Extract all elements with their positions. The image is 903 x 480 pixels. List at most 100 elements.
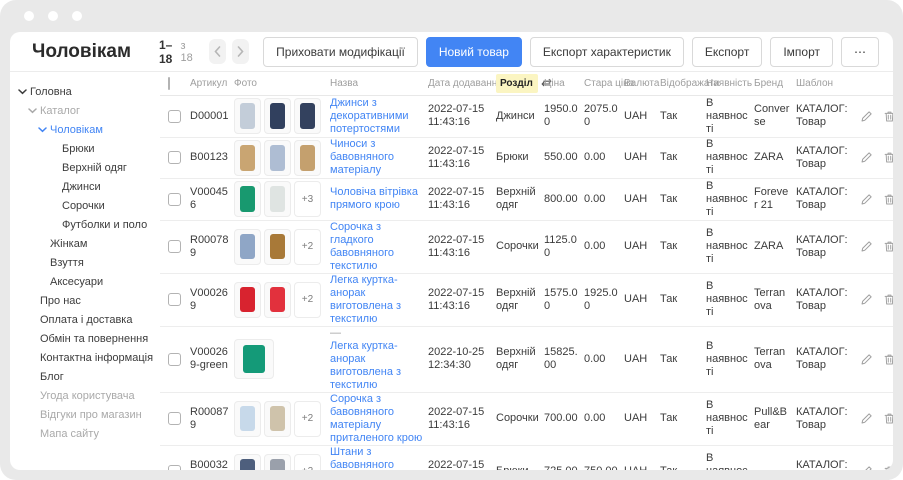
column-header-article[interactable]: Артикул — [190, 78, 234, 89]
sidebar-item-обмін-та-повернення[interactable]: Обмін та повернення — [10, 329, 160, 348]
more-photos-badge[interactable]: +3 — [294, 181, 321, 217]
delete-icon[interactable] — [883, 151, 893, 164]
window-control-dot[interactable] — [72, 11, 82, 21]
product-name-link[interactable]: Легка куртка-анорак виготовлена з тексти… — [330, 340, 423, 392]
section-cell: Сорочки — [496, 240, 544, 253]
column-header-date[interactable]: Дата додавання — [428, 78, 496, 89]
column-header-section[interactable]: Розділ — [496, 78, 544, 89]
product-photo[interactable] — [234, 229, 261, 265]
row-checkbox[interactable] — [168, 240, 181, 253]
prev-page-button[interactable] — [209, 39, 226, 64]
export-button[interactable]: Експорт — [692, 37, 762, 67]
product-photo[interactable] — [234, 181, 261, 217]
more-photos-badge[interactable]: +2 — [294, 229, 321, 265]
edit-icon[interactable] — [860, 240, 873, 253]
row-checkbox[interactable] — [168, 353, 181, 366]
product-name-link[interactable]: Чиноси з бавовняного матеріалу — [330, 138, 423, 177]
sidebar-item-сорочки[interactable]: Сорочки — [10, 196, 160, 215]
more-photos-badge[interactable]: +2 — [294, 454, 321, 471]
edit-icon[interactable] — [860, 465, 873, 470]
sidebar-item-угода-користувача[interactable]: Угода користувача — [10, 386, 160, 405]
product-photo[interactable] — [234, 401, 261, 437]
column-header-photo[interactable]: Фото — [234, 78, 330, 89]
row-checkbox[interactable] — [168, 151, 181, 164]
sidebar-item-чоловікам[interactable]: Чоловікам — [10, 120, 160, 139]
column-header-currency[interactable]: Валюта — [624, 78, 660, 89]
time-value: 12:34:30 — [428, 359, 491, 372]
edit-icon[interactable] — [860, 110, 873, 123]
delete-icon[interactable] — [883, 465, 893, 470]
product-photo[interactable] — [234, 339, 274, 379]
import-button[interactable]: Імпорт — [770, 37, 833, 67]
row-checkbox[interactable] — [168, 412, 181, 425]
product-photo[interactable] — [264, 98, 291, 134]
sidebar-item-блог[interactable]: Блог — [10, 367, 160, 386]
sidebar-item-каталог[interactable]: Каталог — [10, 101, 160, 120]
next-page-button[interactable] — [232, 39, 249, 64]
delete-icon[interactable] — [883, 110, 893, 123]
delete-icon[interactable] — [883, 193, 893, 206]
sidebar-item-взуття[interactable]: Взуття — [10, 253, 160, 272]
sidebar-item-жінкам[interactable]: Жінкам — [10, 234, 160, 253]
column-header-brand[interactable]: Бренд — [754, 78, 796, 89]
more-actions-button[interactable]: ⋯ — [841, 37, 879, 67]
product-photo[interactable] — [264, 140, 291, 176]
sidebar-item-про-нас[interactable]: Про нас — [10, 291, 160, 310]
export-characteristics-button[interactable]: Експорт характеристик — [530, 37, 684, 67]
row-checkbox[interactable] — [168, 110, 181, 123]
sidebar-item-брюки[interactable]: Брюки — [10, 139, 160, 158]
column-header-availability[interactable]: Наявність — [706, 78, 754, 89]
edit-icon[interactable] — [860, 151, 873, 164]
delete-icon[interactable] — [883, 240, 893, 253]
product-photo[interactable] — [264, 454, 291, 471]
product-photo[interactable] — [234, 140, 261, 176]
product-name-link[interactable]: Чоловіча вітрівка прямого крою — [330, 186, 423, 212]
product-photo[interactable] — [264, 401, 291, 437]
sidebar-item-джинси[interactable]: Джинси — [10, 177, 160, 196]
window-control-dot[interactable] — [24, 11, 34, 21]
product-name-link[interactable]: Легка куртка-анорак виготовлена з тексти… — [330, 274, 423, 326]
edit-icon[interactable] — [860, 412, 873, 425]
window-control-dot[interactable] — [48, 11, 58, 21]
sidebar-item-головна[interactable]: Головна — [10, 82, 160, 101]
product-photo[interactable] — [234, 98, 261, 134]
column-header-display[interactable]: Відображати — [660, 78, 706, 89]
product-name-link[interactable]: Джинси з декоративними потертостями — [330, 97, 423, 136]
row-checkbox[interactable] — [168, 465, 181, 470]
edit-icon[interactable] — [860, 193, 873, 206]
column-header-price[interactable]: Ціна — [544, 78, 584, 89]
edit-icon[interactable] — [860, 293, 873, 306]
delete-icon[interactable] — [883, 293, 893, 306]
sidebar-item-оплата-і-доставка[interactable]: Оплата і доставка — [10, 310, 160, 329]
edit-icon[interactable] — [860, 353, 873, 366]
delete-icon[interactable] — [883, 353, 893, 366]
product-name-link[interactable]: Штани з бавовняного матеріалу прямого кр… — [330, 446, 423, 471]
product-name-link[interactable]: Сорочка з бавовняного матеріалу притален… — [330, 393, 423, 445]
product-photo[interactable] — [234, 454, 261, 471]
sidebar-item-label: Взуття — [50, 257, 84, 269]
sidebar-item-мапа-сайту[interactable]: Мапа сайту — [10, 424, 160, 443]
product-name-link[interactable]: Сорочка з гладкого бавовняного текстилю — [330, 221, 423, 273]
column-header-template[interactable]: Шаблон — [796, 78, 856, 89]
product-photo[interactable] — [294, 98, 321, 134]
product-photo[interactable] — [264, 229, 291, 265]
delete-icon[interactable] — [883, 412, 893, 425]
sidebar-item-аксесуари[interactable]: Аксесуари — [10, 272, 160, 291]
more-photos-badge[interactable]: +2 — [294, 282, 321, 318]
product-photo[interactable] — [264, 282, 291, 318]
hide-modifications-button[interactable]: Приховати модифікації — [263, 37, 418, 67]
product-photo[interactable] — [294, 140, 321, 176]
column-header-name[interactable]: Назва — [330, 78, 428, 89]
row-checkbox[interactable] — [168, 193, 181, 206]
sidebar-item-відгуки-про-магазин[interactable]: Відгуки про магазин — [10, 405, 160, 424]
sidebar-item-верхній-одяг[interactable]: Верхній одяг — [10, 158, 160, 177]
sidebar-item-контактна-інформація[interactable]: Контактна інформація — [10, 348, 160, 367]
product-photo[interactable] — [264, 181, 291, 217]
product-photo[interactable] — [234, 282, 261, 318]
sidebar-item-футболки-и-поло[interactable]: Футболки и поло — [10, 215, 160, 234]
column-header-old_price[interactable]: Стара ціна — [584, 78, 624, 89]
new-product-button[interactable]: Новий товар — [426, 37, 522, 67]
more-photos-badge[interactable]: +2 — [294, 401, 321, 437]
row-checkbox[interactable] — [168, 293, 181, 306]
select-all-checkbox[interactable] — [168, 77, 170, 90]
